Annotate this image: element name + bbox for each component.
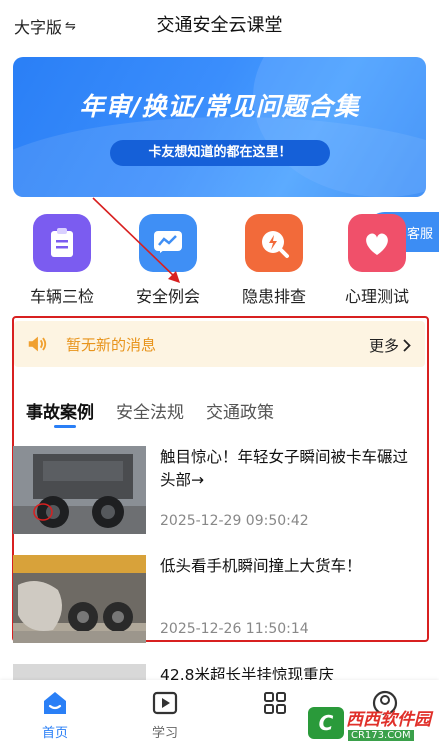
heart-icon [348,214,406,272]
quick-action-label: 车辆三检 [29,287,94,306]
banner-subtitle: 卡友想知道的都在这里！ [110,140,330,166]
nav-apps[interactable] [240,688,310,722]
nav-home[interactable]: 首页 [20,688,90,741]
nav-learn[interactable]: 学习 [130,688,200,741]
list-item[interactable]: 触目惊心！年轻女子瞬间被卡车碾过头部→ 2025-12-29 09:50:42 [13,446,426,541]
news-title: 低头看手机瞬间撞上大货车！ [160,557,362,575]
quick-action-hazard-check[interactable]: 隐患排查 [229,214,319,307]
watermark-text-group: 西西软件园 CR173.COM [346,705,431,741]
lightning-search-icon [245,214,303,272]
promo-banner[interactable]: 年审/换证/常见问题合集 卡友想知道的都在这里！ [13,57,426,197]
watermark-subtext: CR173.COM [348,730,414,741]
chevron-right-icon [403,339,411,352]
quick-action-label: 隐患排查 [241,287,306,306]
notice-message: 暂无新的消息 [66,335,157,354]
nav-label: 首页 [41,726,68,741]
grid-icon [260,688,290,718]
news-time: 2025-12-29 09:50:42 [160,513,309,529]
news-thumbnail [13,446,146,534]
category-tabs: 事故案例 安全法规 交通政策 [26,398,296,428]
tab-safety-regulations[interactable]: 安全法规 [116,398,184,423]
more-link[interactable]: 更多 [369,335,411,356]
quick-action-safety-meeting[interactable]: 安全例会 [123,214,213,307]
more-label: 更多 [368,337,399,355]
play-icon [150,688,180,718]
quick-action-psych-test[interactable]: 心理测试 [332,214,422,307]
news-title: 触目惊心！年轻女子瞬间被卡车碾过头部→ [160,448,409,489]
news-time: 2025-12-26 11:50:14 [160,621,309,637]
chart-message-icon [139,214,197,272]
watermark-logo-icon: C [308,707,344,739]
quick-action-label: 心理测试 [344,287,409,306]
header: 大字版 ⇋ 交通安全云课堂 [0,0,439,50]
quick-action-label: 安全例会 [135,287,200,306]
page-title: 交通安全云课堂 [156,15,283,36]
quick-action-vehicle-check[interactable]: 车辆三检 [17,214,107,307]
clipboard-icon [33,214,91,272]
watermark-logo: C 西西软件园 CR173.COM [308,705,431,741]
notice-bar[interactable]: 暂无新的消息 更多 [14,321,425,367]
watermark-text: 西西软件园 [346,710,431,730]
speaker-icon [28,336,47,352]
home-icon [40,688,70,718]
tab-traffic-policy[interactable]: 交通政策 [206,398,274,423]
banner-title: 年审/换证/常见问题合集 [79,92,360,121]
nav-label: 学习 [151,726,178,741]
news-thumbnail [13,555,146,643]
list-item[interactable]: 低头看手机瞬间撞上大货车！ 2025-12-26 11:50:14 [13,555,426,650]
tab-accident-cases[interactable]: 事故案例 [26,398,94,428]
